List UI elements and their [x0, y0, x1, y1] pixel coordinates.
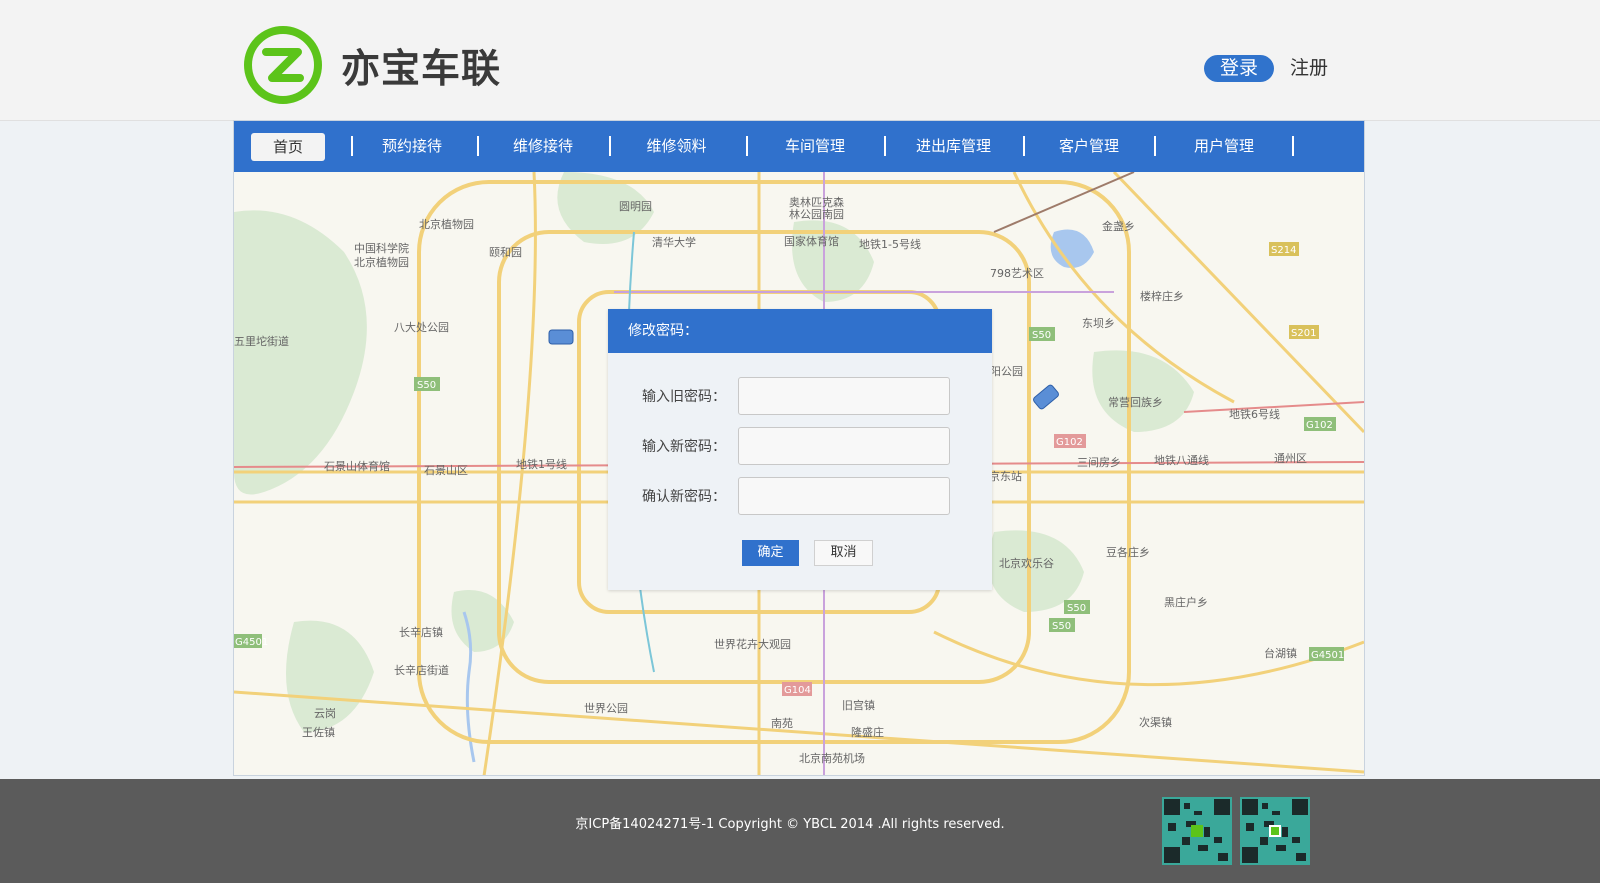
new-password-label: 输入新密码：: [642, 439, 726, 455]
map-label: 石景山体育馆: [324, 459, 390, 473]
map-label: 地铁6号线: [1229, 407, 1280, 421]
nav-item-parts-requisition[interactable]: 维修领料: [610, 121, 743, 172]
nav-item-workshop[interactable]: 车间管理: [747, 121, 883, 172]
road-badge: G4501: [1311, 650, 1344, 661]
nav-item-home[interactable]: 首页: [251, 133, 325, 161]
road-badge: S50: [1067, 603, 1086, 614]
map-label: 北京植物园: [419, 217, 474, 231]
confirm-password-input[interactable]: [738, 477, 950, 515]
nav-separator: [1292, 136, 1294, 156]
nav-item-inventory[interactable]: 进出库管理: [885, 121, 1022, 172]
map-label: 长辛店街道: [394, 663, 449, 677]
map-label: 国家体育馆: [784, 234, 839, 248]
map-label: 东坝乡: [1082, 316, 1115, 330]
vehicle-marker-icon[interactable]: [548, 329, 574, 345]
map-label: 奥林匹克森: [789, 195, 844, 209]
map-label: 世界公园: [584, 702, 628, 715]
map-label: 五里坨街道: [234, 334, 289, 348]
brand-name: 亦宝车联: [341, 47, 502, 92]
map-label: 地铁八通线: [1154, 453, 1209, 467]
confirm-button[interactable]: 确定: [742, 540, 799, 566]
logo-icon: [244, 26, 322, 104]
map-label: 八大处公园: [394, 320, 449, 334]
main-nav: 首页 预约接待 维修接待 维修领料 车间管理 进出库管理 客户管理 用户管理: [234, 121, 1364, 172]
road-badge: S50: [1052, 621, 1071, 632]
map-label: 中国科学院: [354, 241, 409, 255]
site-header: 亦宝车联 登录 注册: [0, 0, 1600, 121]
nav-item-customer[interactable]: 客户管理: [1024, 121, 1154, 172]
confirm-password-row: 确认新密码：: [608, 477, 992, 517]
qr-code-icon: [1162, 797, 1310, 865]
old-password-label: 输入旧密码：: [642, 389, 726, 405]
map-label: 次渠镇: [1139, 715, 1172, 729]
site-footer: 京ICP备14024271号-1 Copyright © YBCL 2014 .…: [0, 779, 1600, 883]
map-label: 通州区: [1274, 452, 1307, 465]
register-link[interactable]: 注册: [1290, 55, 1328, 82]
map-label: 王佐镇: [302, 725, 335, 739]
map-label: 云岗: [314, 707, 336, 720]
map-label: 圆明园: [619, 200, 652, 213]
change-password-dialog: 修改密码： 输入旧密码： 输入新密码： 确认新密码： 确定 取消: [608, 309, 992, 590]
road-badge: S201: [1291, 328, 1316, 339]
nav-item-appointment[interactable]: 预约接待: [352, 121, 472, 172]
map-label: 长辛店镇: [399, 625, 443, 639]
map-label: 北京南苑机场: [799, 751, 865, 765]
map-label: 台湖镇: [1264, 646, 1297, 660]
login-button[interactable]: 登录: [1204, 55, 1274, 82]
map-label: 黑庄户乡: [1164, 595, 1208, 609]
confirm-password-label: 确认新密码：: [642, 489, 726, 505]
copyright-text: 京ICP备14024271号-1 Copyright © YBCL 2014 .…: [575, 817, 1005, 832]
cancel-button[interactable]: 取消: [814, 540, 873, 566]
new-password-row: 输入新密码：: [608, 427, 992, 467]
map-label: 798艺术区: [990, 267, 1044, 280]
map-label: 北京欢乐谷: [999, 556, 1054, 570]
map-label: 地铁1-5号线: [859, 237, 921, 251]
dialog-title: 修改密码：: [608, 309, 992, 353]
map-label: 林公园南园: [789, 207, 844, 221]
road-badge: S50: [1032, 330, 1051, 341]
map-label: 常营回族乡: [1108, 395, 1163, 409]
map-label: 地铁1号线: [516, 457, 567, 471]
road-badge: G102: [1306, 420, 1333, 431]
map-label: 石景山区: [424, 464, 468, 477]
map-label: 南苑: [771, 717, 793, 730]
road-badge: G104: [784, 685, 811, 696]
road-badge: S50: [417, 380, 436, 391]
main-frame: 首页 预约接待 维修接待 维修领料 车间管理 进出库管理 客户管理 用户管理 北…: [233, 120, 1365, 776]
road-badge: G102: [1056, 437, 1083, 448]
new-password-input[interactable]: [738, 427, 950, 465]
old-password-row: 输入旧密码：: [608, 377, 992, 417]
map-label: 世界花卉大观园: [714, 637, 791, 651]
old-password-input[interactable]: [738, 377, 950, 415]
map-label: 隆盛庄: [851, 725, 884, 739]
map-label: 楼梓庄乡: [1140, 289, 1184, 303]
map-label: 颐和园: [489, 246, 522, 259]
nav-item-repair-reception[interactable]: 维修接待: [478, 121, 608, 172]
map-label: 三间房乡: [1077, 456, 1121, 469]
map-label: 北京植物园: [354, 255, 409, 269]
nav-item-user[interactable]: 用户管理: [1155, 121, 1293, 172]
road-badge: G4501: [235, 637, 268, 648]
map-label: 金盏乡: [1102, 219, 1135, 233]
map-label: 清华大学: [652, 235, 696, 249]
road-badge: S214: [1271, 245, 1296, 256]
map-label: 旧宫镇: [842, 698, 875, 712]
map-label: 豆各庄乡: [1106, 545, 1150, 559]
